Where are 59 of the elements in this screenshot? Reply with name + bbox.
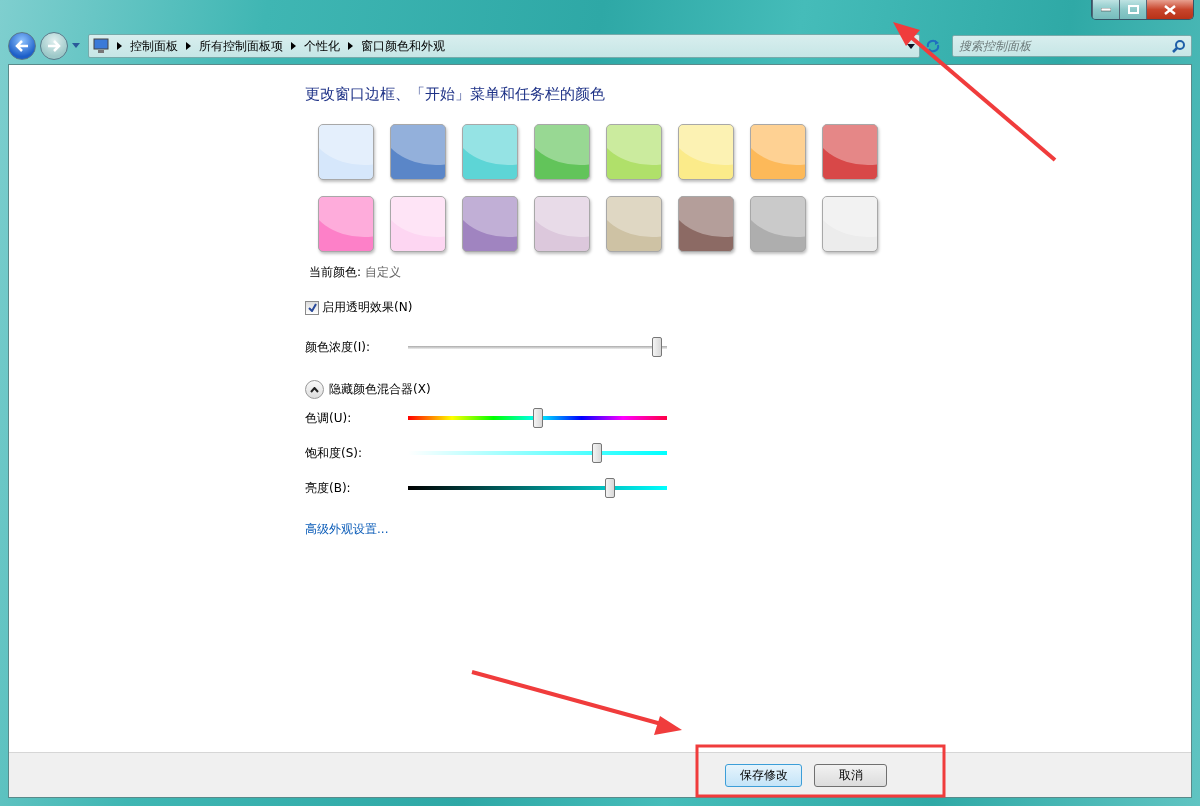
- current-color-label: 当前颜色:: [309, 264, 362, 281]
- minimize-button[interactable]: [1092, 0, 1119, 19]
- color-swatch[interactable]: [678, 124, 734, 180]
- cancel-button[interactable]: 取消: [814, 763, 887, 787]
- color-swatch[interactable]: [534, 196, 590, 252]
- checkbox-label[interactable]: 启用透明效果(N): [322, 299, 413, 316]
- forward-button[interactable]: [40, 32, 68, 60]
- advanced-settings-link[interactable]: 高级外观设置...: [305, 521, 389, 538]
- slider-label: 颜色浓度(I):: [305, 338, 371, 356]
- color-swatch[interactable]: [750, 196, 806, 252]
- maximize-button[interactable]: [1119, 0, 1146, 19]
- chevron-icon[interactable]: [348, 42, 353, 50]
- save-button[interactable]: 保存修改: [725, 763, 802, 787]
- color-swatch[interactable]: [678, 196, 734, 252]
- slider-label: 色调(U):: [305, 409, 353, 427]
- color-swatch[interactable]: [390, 124, 446, 180]
- maximize-icon: [1127, 5, 1139, 14]
- color-swatch[interactable]: [606, 196, 662, 252]
- arrow-right-icon: [47, 40, 61, 52]
- chevron-icon[interactable]: [291, 42, 296, 50]
- slider-label: 亮度(B):: [305, 479, 352, 497]
- breadcrumb-item[interactable]: 控制面板: [130, 37, 178, 55]
- mixer-toggle-label[interactable]: 隐藏颜色混合器(X): [329, 381, 431, 398]
- color-swatch[interactable]: [462, 196, 518, 252]
- page-heading: 更改窗口边框、「开始」菜单和任务栏的颜色: [305, 85, 606, 104]
- slider-thumb[interactable]: [652, 337, 662, 357]
- address-bar[interactable]: 控制面板 所有控制面板项 个性化 窗口颜色和外观: [88, 34, 920, 58]
- breadcrumb-item[interactable]: 窗口颜色和外观: [361, 37, 445, 55]
- dropdown-icon[interactable]: [907, 43, 915, 49]
- close-button[interactable]: [1146, 0, 1193, 19]
- chevron-icon: [310, 386, 319, 393]
- color-swatch[interactable]: [462, 124, 518, 180]
- minimize-icon: [1101, 7, 1111, 12]
- color-swatch[interactable]: [606, 124, 662, 180]
- chevron-icon[interactable]: [117, 42, 122, 50]
- color-swatch[interactable]: [822, 196, 878, 252]
- checkbox[interactable]: [305, 300, 319, 315]
- back-button[interactable]: [8, 32, 36, 60]
- color-swatch[interactable]: [318, 196, 374, 252]
- close-icon: [1164, 4, 1176, 15]
- slider-thumb[interactable]: [604, 478, 615, 498]
- chevron-icon[interactable]: [186, 42, 191, 50]
- search-field[interactable]: 搜索控制面板: [952, 35, 1192, 57]
- slider-thumb[interactable]: [532, 408, 543, 428]
- color-swatch[interactable]: [318, 124, 374, 180]
- arrow-left-icon: [15, 40, 29, 52]
- breadcrumb-item[interactable]: 个性化: [304, 37, 340, 55]
- color-swatch[interactable]: [390, 196, 446, 252]
- monitor-icon: [93, 38, 109, 54]
- color-swatch[interactable]: [822, 124, 878, 180]
- slider-label: 饱和度(S):: [305, 444, 364, 462]
- color-swatch[interactable]: [534, 124, 590, 180]
- color-swatch[interactable]: [750, 124, 806, 180]
- refresh-icon[interactable]: [924, 37, 942, 55]
- breadcrumb-item[interactable]: 所有控制面板项: [199, 37, 283, 55]
- search-icon[interactable]: [1172, 39, 1186, 53]
- slider-thumb[interactable]: [592, 443, 603, 463]
- collapse-button[interactable]: [305, 380, 324, 399]
- current-color-value: 自定义: [365, 264, 402, 281]
